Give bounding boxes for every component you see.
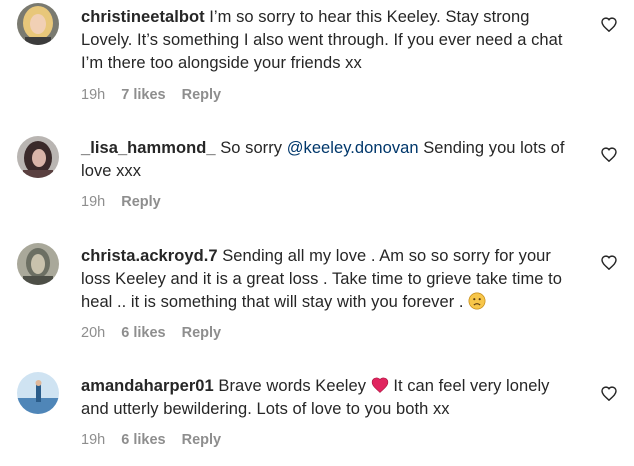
heart-outline-icon[interactable] — [601, 255, 617, 270]
comment-time[interactable]: 19h — [81, 432, 105, 448]
comment-meta: 19h Reply — [81, 194, 161, 210]
avatar-beach-figure-icon — [17, 372, 59, 414]
comment-username[interactable]: christa.ackroyd.7 — [81, 247, 218, 265]
heart-outline-icon[interactable] — [601, 386, 617, 401]
comment-text: christa.ackroyd.7 Sending all my love . … — [81, 245, 581, 314]
comment-meta: 19h 6 likes Reply — [81, 432, 221, 448]
avatar[interactable] — [17, 243, 59, 285]
avatar[interactable] — [17, 136, 59, 178]
reply-button[interactable]: Reply — [121, 194, 161, 210]
avatar-dark-hair-woman-icon — [17, 136, 59, 178]
comment-username[interactable]: christineetalbot — [81, 8, 205, 26]
comment-username[interactable]: amandaharper01 — [81, 377, 214, 395]
comment-username[interactable]: _lisa_hammond_ — [81, 139, 216, 157]
comment-text: christineetalbot I’m so sorry to hear th… — [81, 6, 581, 75]
comment-message-start: Brave words Keeley — [218, 377, 367, 395]
comment-message-start: So sorry — [220, 139, 283, 157]
reply-button[interactable]: Reply — [182, 432, 222, 448]
comment-list: christineetalbot I’m so sorry to hear th… — [0, 0, 634, 466]
comment-likes[interactable]: 7 likes — [121, 87, 165, 103]
comment-time[interactable]: 19h — [81, 194, 105, 210]
heart-outline-icon[interactable] — [601, 17, 617, 32]
comment-text: _lisa_hammond_ So sorry @keeley.donovan … — [81, 137, 581, 183]
avatar[interactable] — [17, 3, 59, 45]
comment-text: amandaharper01 Brave words Keeley It can… — [81, 375, 581, 421]
comment-likes[interactable]: 6 likes — [121, 432, 165, 448]
heart-outline-icon[interactable] — [601, 147, 617, 162]
mention-link[interactable]: @keeley.donovan — [287, 139, 419, 157]
comment-meta: 19h 7 likes Reply — [81, 87, 221, 103]
comment-likes[interactable]: 6 likes — [121, 325, 165, 341]
comment-time[interactable]: 20h — [81, 325, 105, 341]
avatar-grey-portrait-icon — [17, 243, 59, 285]
avatar-blonde-woman-icon — [17, 3, 59, 45]
sad-face-emoji-icon — [468, 292, 486, 310]
comment-time[interactable]: 19h — [81, 87, 105, 103]
reply-button[interactable]: Reply — [182, 325, 222, 341]
avatar[interactable] — [17, 372, 59, 414]
comment-meta: 20h 6 likes Reply — [81, 325, 221, 341]
red-heart-emoji-icon — [371, 376, 389, 394]
reply-button[interactable]: Reply — [182, 87, 222, 103]
